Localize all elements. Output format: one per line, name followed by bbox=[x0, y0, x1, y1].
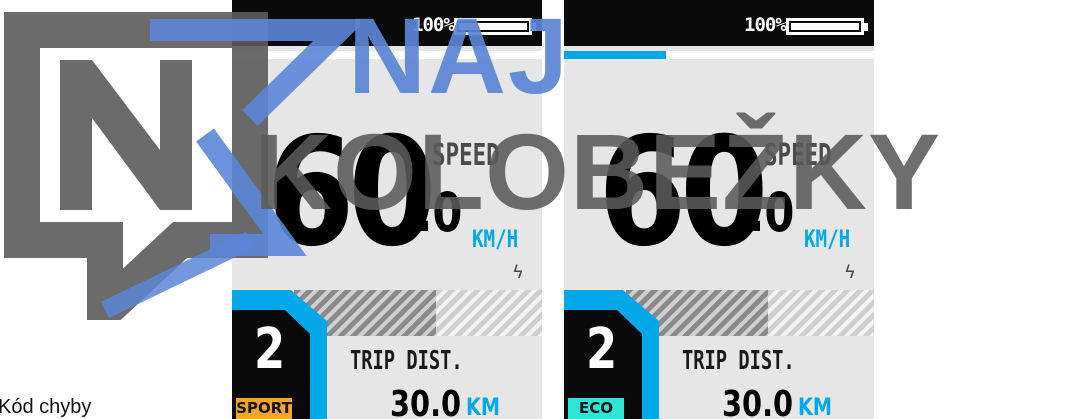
watermark-line2: KOLOBEŽKY bbox=[254, 111, 942, 232]
power-progress-bar bbox=[564, 51, 874, 59]
trip-label: TRIP DIST. bbox=[682, 346, 795, 376]
trip-unit: KM bbox=[466, 393, 500, 419]
assist-level: 2 bbox=[254, 317, 286, 382]
bolt-icon: ϟ bbox=[844, 262, 856, 283]
trip-unit: KM bbox=[798, 393, 832, 419]
trip-value: 30.0 bbox=[722, 384, 794, 419]
bolt-icon: ϟ bbox=[512, 262, 524, 283]
watermark-line1: NAJ bbox=[348, 0, 571, 116]
power-progress-fill bbox=[564, 51, 667, 59]
assist-bar-empty bbox=[436, 290, 542, 336]
assist-bar-empty bbox=[768, 290, 874, 336]
mode-badge: ECO bbox=[568, 398, 624, 419]
battery-percent: 100% bbox=[744, 14, 787, 36]
trip-label: TRIP DIST. bbox=[350, 346, 463, 376]
mode-badge: SPORT bbox=[236, 398, 292, 419]
trip-value: 30.0 bbox=[390, 384, 462, 419]
battery-tip bbox=[864, 23, 868, 31]
battery-icon bbox=[786, 18, 864, 35]
assist-level: 2 bbox=[586, 317, 618, 382]
error-code-caption: Kód chyby bbox=[0, 396, 92, 418]
